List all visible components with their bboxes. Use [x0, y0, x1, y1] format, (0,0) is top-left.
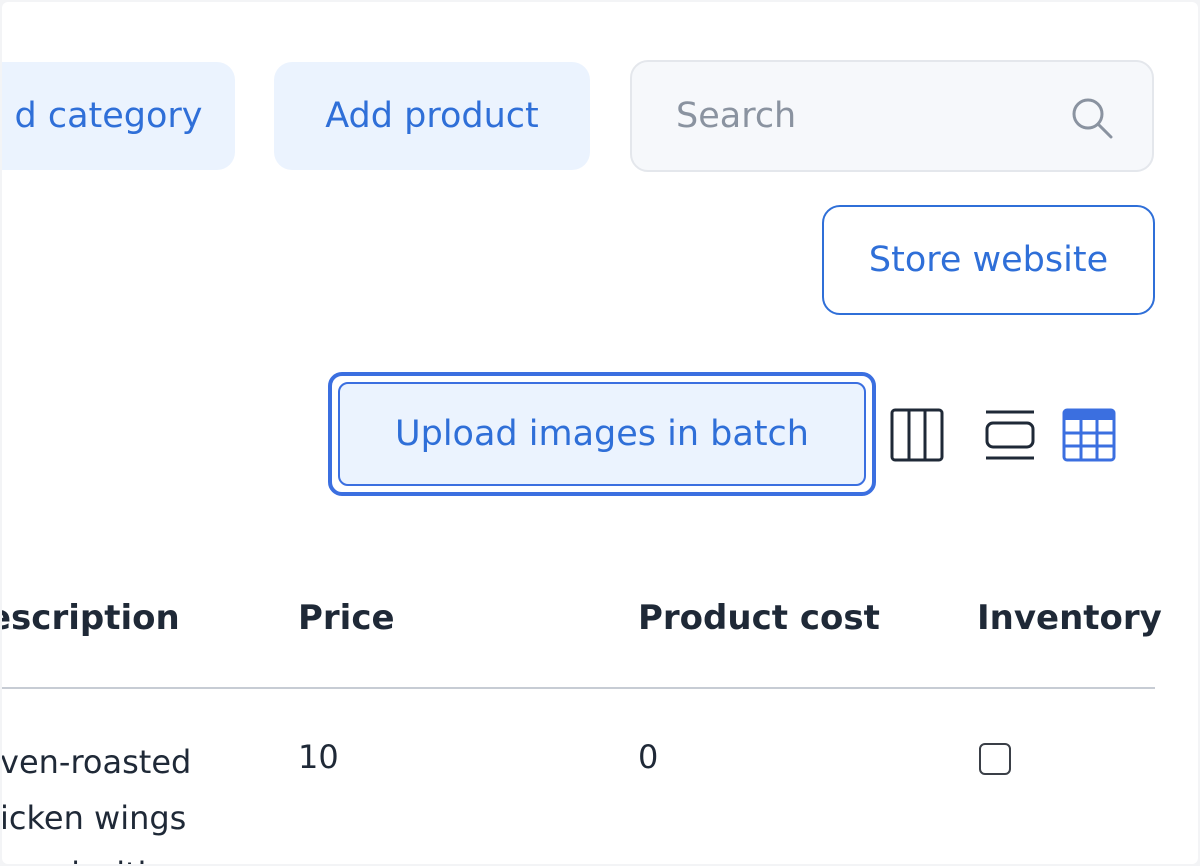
upload-images-focus-ring: Upload images in batch: [328, 372, 876, 496]
column-header-price[interactable]: Price: [298, 598, 395, 638]
column-header-inventory[interactable]: Inventory: [977, 598, 1162, 638]
page-frame: d category Add product Store website Upl…: [2, 2, 1198, 864]
search-input[interactable]: [674, 95, 1058, 137]
product-cost-cell: 0: [638, 738, 659, 776]
columns-view-icon[interactable]: [890, 408, 944, 466]
store-website-button[interactable]: Store website: [822, 205, 1155, 315]
price-cell: 10: [298, 738, 339, 776]
add-product-label: Add product: [325, 96, 539, 136]
add-category-label: d category: [14, 96, 203, 136]
column-header-product-cost[interactable]: Product cost: [638, 598, 880, 638]
search-box: [630, 60, 1154, 172]
upload-images-button[interactable]: Upload images in batch: [338, 382, 866, 486]
add-category-button[interactable]: d category: [2, 62, 235, 170]
upload-images-label: Upload images in batch: [395, 414, 809, 454]
search-icon[interactable]: [1070, 96, 1114, 144]
add-product-button[interactable]: Add product: [274, 62, 590, 170]
grid-view-icon[interactable]: [1062, 408, 1116, 466]
description-cell: ven-roasted icken wings oped with: [2, 743, 192, 864]
row-view-icon[interactable]: [984, 408, 1036, 466]
store-website-label: Store website: [868, 240, 1109, 280]
table-header-divider: [2, 687, 1155, 689]
inventory-checkbox[interactable]: [979, 743, 1011, 775]
column-header-description[interactable]: escription: [2, 598, 180, 638]
